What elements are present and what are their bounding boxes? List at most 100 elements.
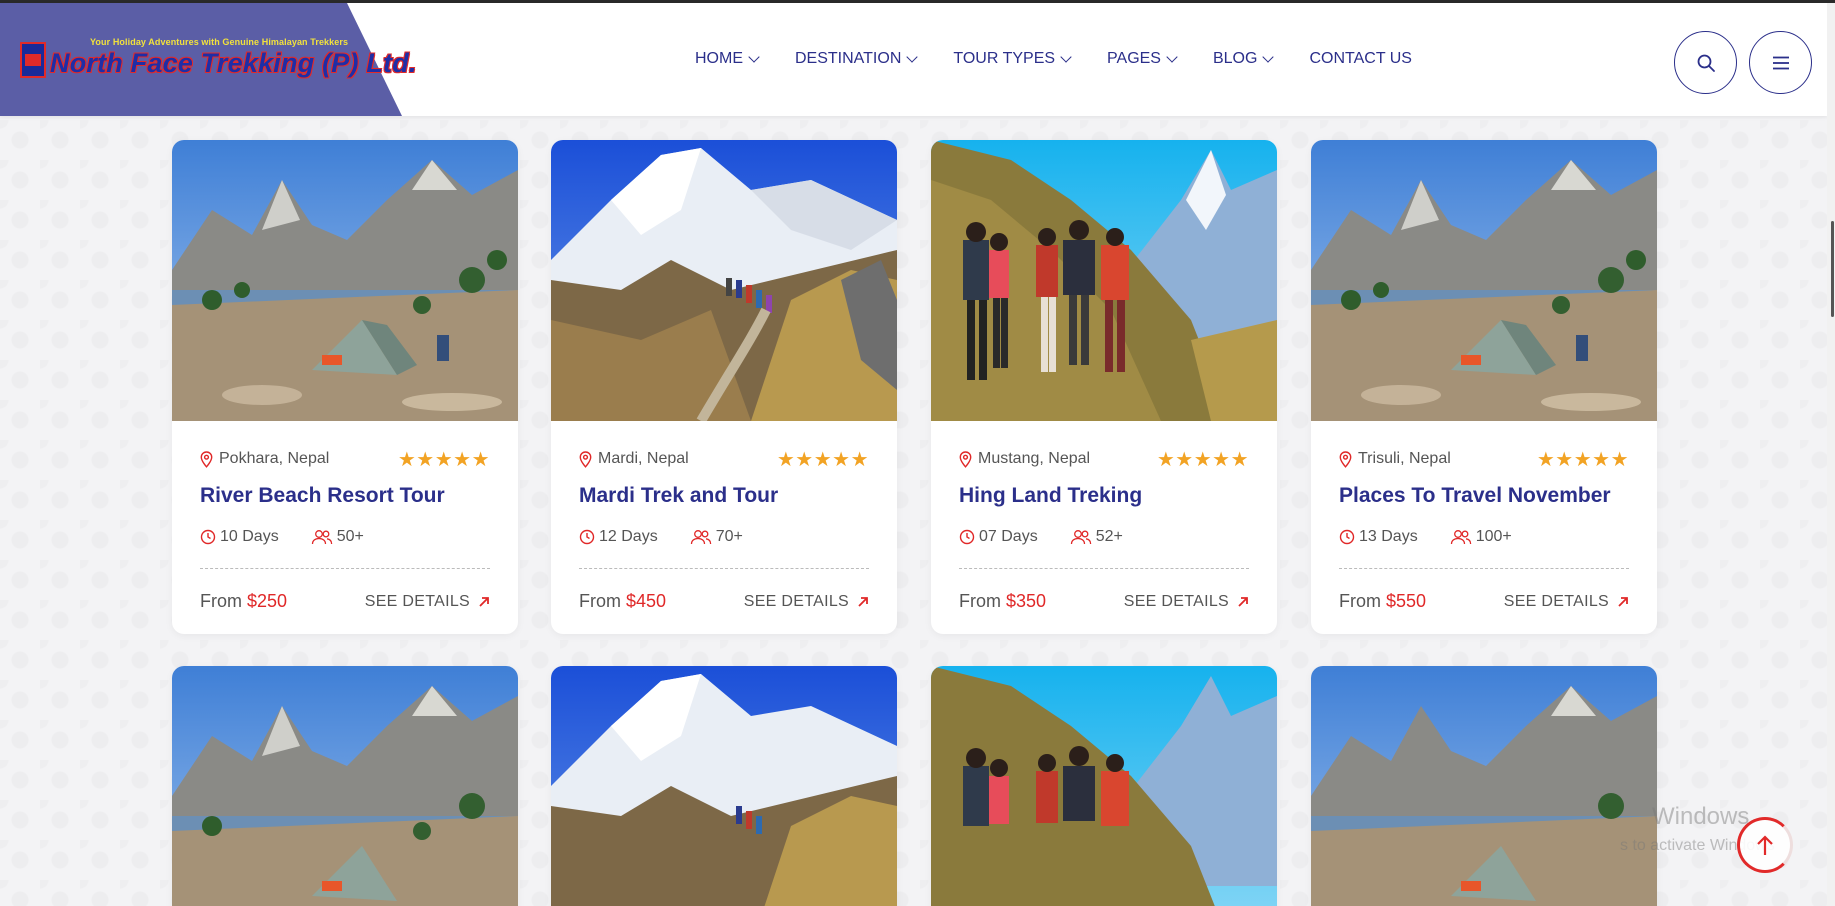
page-scrollbar[interactable] — [1827, 3, 1835, 906]
site-logo[interactable]: Your Holiday Adventures with Genuine Him… — [20, 31, 416, 89]
nav-pages-label: PAGES — [1107, 50, 1161, 67]
tour-title[interactable]: Mardi Trek and Tour — [579, 484, 869, 508]
arrow-up-right-icon — [1618, 596, 1628, 607]
tour-people-text: 70+ — [715, 528, 743, 545]
nav-pages[interactable]: PAGES — [1107, 50, 1178, 68]
clock-icon — [1339, 529, 1355, 545]
trekkers-photo — [931, 140, 1277, 421]
chevron-down-icon — [748, 51, 760, 63]
tour-card[interactable] — [551, 666, 897, 906]
tent-lake-photo — [1311, 666, 1657, 906]
price-amount: $350 — [1006, 591, 1047, 611]
menu-button[interactable] — [1749, 31, 1812, 94]
tour-people: 100+ — [1450, 528, 1512, 546]
tent-lake-photo — [172, 140, 518, 421]
tour-card[interactable]: Pokhara, Nepal ★★★★★ River Beach Resort … — [172, 140, 518, 634]
tour-title[interactable]: Places To Travel November — [1339, 484, 1629, 508]
search-icon — [1697, 54, 1715, 72]
tour-card[interactable]: Mustang, Nepal ★★★★★ Hing Land Treking 0… — [931, 140, 1277, 634]
tour-card[interactable] — [172, 666, 518, 906]
tour-duration-text: 07 Days — [979, 528, 1038, 545]
nav-blog-label: BLOG — [1212, 50, 1258, 67]
search-button[interactable] — [1674, 31, 1737, 94]
tour-location-text: Trisuli, Nepal — [1358, 450, 1451, 467]
nav-blog[interactable]: BLOG — [1212, 50, 1275, 68]
arrow-up-right-icon — [479, 596, 489, 607]
tour-duration-text: 10 Days — [220, 528, 279, 545]
snow-peak-photo — [551, 140, 897, 421]
tour-card[interactable] — [931, 666, 1277, 906]
tour-duration-text: 13 Days — [1359, 528, 1418, 545]
main-nav: HOME DESTINATION TOUR TYPES PAGES BLOG C… — [695, 50, 1449, 68]
map-pin-icon — [1339, 450, 1352, 468]
tent-lake-photo — [1311, 140, 1657, 421]
users-icon — [1070, 530, 1091, 545]
chevron-down-icon — [1166, 51, 1178, 63]
price-from-label: From — [959, 591, 1001, 611]
windows-watermark-title: Windows — [1652, 803, 1750, 830]
nav-home-label: HOME — [695, 50, 743, 67]
tour-duration-text: 12 Days — [599, 528, 658, 545]
tour-duration: 12 Days — [579, 528, 658, 546]
tour-location: Trisuli, Nepal — [1339, 450, 1451, 468]
snow-peak-photo — [551, 666, 897, 906]
nav-destination[interactable]: DESTINATION — [795, 50, 919, 68]
trekkers-photo — [931, 666, 1277, 906]
rating-stars: ★★★★★ — [1156, 448, 1249, 471]
see-details-link[interactable]: SEE DETAILS — [1504, 593, 1629, 611]
card-divider — [1339, 568, 1629, 569]
chevron-down-icon — [906, 51, 919, 63]
clock-icon — [959, 529, 975, 545]
tour-people: 52+ — [1070, 528, 1123, 546]
see-details-link[interactable]: SEE DETAILS — [365, 593, 490, 611]
users-icon — [1450, 530, 1471, 545]
tour-title[interactable]: River Beach Resort Tour — [200, 484, 490, 508]
users-icon — [690, 530, 711, 545]
map-pin-icon — [579, 450, 592, 468]
nav-home[interactable]: HOME — [695, 50, 760, 68]
tour-location: Mardi, Nepal — [579, 450, 689, 468]
tour-people-text: 50+ — [336, 528, 364, 545]
tour-location-text: Mustang, Nepal — [978, 450, 1091, 467]
hamburger-icon — [1772, 56, 1789, 69]
nav-contact[interactable]: CONTACT US — [1309, 50, 1412, 68]
tour-image[interactable] — [1311, 666, 1657, 906]
rating-stars: ★★★★★ — [776, 448, 869, 471]
tour-image[interactable] — [551, 140, 897, 421]
tour-price: From $250 — [200, 591, 287, 612]
nav-destination-label: DESTINATION — [795, 50, 902, 67]
price-from-label: From — [1339, 591, 1381, 611]
tour-image[interactable] — [172, 666, 518, 906]
price-from-label: From — [579, 591, 621, 611]
scrollbar-thumb[interactable] — [1831, 221, 1834, 317]
tour-duration: 13 Days — [1339, 528, 1418, 546]
see-details-label: SEE DETAILS — [1123, 592, 1229, 610]
tour-card[interactable]: Mardi, Nepal ★★★★★ Mardi Trek and Tour 1… — [551, 140, 897, 634]
tour-title[interactable]: Hing Land Treking — [959, 484, 1249, 508]
tour-price: From $550 — [1339, 591, 1426, 612]
arrow-up-right-icon — [1238, 596, 1248, 607]
nav-tour-types-label: TOUR TYPES — [953, 50, 1056, 67]
tour-image[interactable] — [1311, 140, 1657, 421]
tour-location: Pokhara, Nepal — [200, 450, 329, 468]
tour-image[interactable] — [931, 140, 1277, 421]
tour-price: From $350 — [959, 591, 1046, 612]
tour-image[interactable] — [172, 140, 518, 421]
site-header: Your Holiday Adventures with Genuine Him… — [0, 3, 1827, 116]
nav-contact-label: CONTACT US — [1309, 50, 1412, 67]
nav-tour-types[interactable]: TOUR TYPES — [953, 50, 1072, 68]
scroll-to-top-button[interactable] — [1737, 817, 1793, 873]
see-details-link[interactable]: SEE DETAILS — [1124, 593, 1249, 611]
rating-stars: ★★★★★ — [397, 448, 490, 471]
see-details-link[interactable]: SEE DETAILS — [744, 593, 869, 611]
tour-people: 70+ — [690, 528, 743, 546]
tour-people-text: 100+ — [1475, 528, 1512, 545]
tour-location-text: Pokhara, Nepal — [219, 450, 330, 467]
tour-image[interactable] — [551, 666, 897, 906]
tour-card[interactable]: Trisuli, Nepal ★★★★★ Places To Travel No… — [1311, 140, 1657, 634]
tent-lake-photo — [172, 666, 518, 906]
tour-card[interactable] — [1311, 666, 1657, 906]
card-divider — [579, 568, 869, 569]
tour-image[interactable] — [931, 666, 1277, 906]
map-pin-icon — [200, 450, 213, 468]
